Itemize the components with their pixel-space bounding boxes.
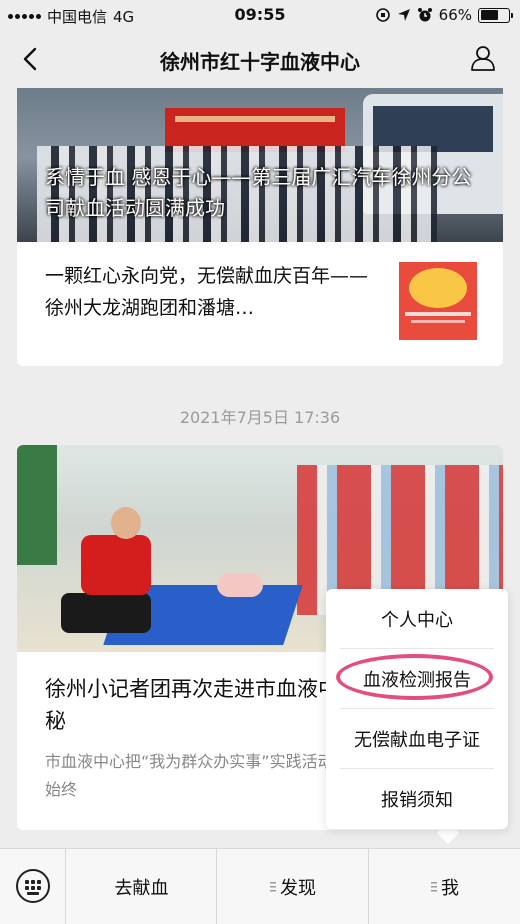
menu-discover-button[interactable]: 发现 [218, 849, 369, 924]
status-bar: 中国电信 4G 09:55 66% [0, 0, 520, 30]
status-right: 66% [375, 6, 513, 24]
keyboard-toggle[interactable] [0, 849, 66, 924]
menu-me-label: 我 [441, 878, 459, 899]
location-icon [397, 9, 410, 21]
hero-title[interactable]: 系情于血 感恩于心——第三届广汇汽车徐州分公司献血活动圆满成功 [45, 162, 485, 224]
highlight-ellipse [336, 654, 493, 700]
article-item-title[interactable]: 一颗红心永向党，无偿献血庆百年——徐州大龙湖跑团和潘塘… [45, 260, 375, 324]
submenu-lines-icon [270, 882, 276, 892]
menu-donate-label: 去献血 [114, 878, 169, 899]
article-card[interactable]: 系情于血 感恩于心——第三届广汇汽车徐州分公司献血活动圆满成功 一颗红心永向党，… [17, 88, 503, 366]
bottom-menu-bar: 去献血 发现 我 [0, 848, 520, 924]
nav-bar: 徐州市红十字血液中心 [0, 30, 520, 88]
alarm-icon [417, 8, 432, 22]
submenu-lines-icon [431, 882, 437, 892]
page-title: 徐州市红十字血液中心 [160, 50, 360, 74]
menu-item-personal-center[interactable]: 个人中心 [326, 589, 508, 648]
article-list-item[interactable]: 一颗红心永向党，无偿献血庆百年——徐州大龙湖跑团和潘塘… [17, 242, 503, 366]
battery-fill [480, 10, 499, 20]
battery-percent: 66% [438, 6, 472, 24]
instructor-graphic [61, 505, 171, 645]
menu-discover-label: 发现 [280, 878, 316, 899]
menu-item-reimbursement-notice[interactable]: 报销须知 [326, 769, 508, 828]
hero-image[interactable]: 系情于血 感恩于心——第三届广汇汽车徐州分公司献血活动圆满成功 [17, 88, 503, 242]
keyboard-icon[interactable] [16, 869, 50, 903]
cpr-doll-graphic [217, 573, 263, 597]
message-timestamp: 2021年7月5日 17:36 [179, 408, 341, 427]
popup-menu: 个人中心 血液检测报告 无偿献血电子证 报销须知 [326, 589, 508, 829]
menu-me-button[interactable]: 我 [370, 849, 520, 924]
user-icon[interactable] [468, 43, 498, 73]
menu-donate-button[interactable]: 去献血 [67, 849, 217, 924]
article-thumbnail[interactable] [399, 262, 477, 340]
orientation-lock-icon [375, 8, 390, 22]
battery-icon [478, 7, 513, 23]
menu-item-donation-certificate[interactable]: 无偿献血电子证 [326, 709, 508, 768]
